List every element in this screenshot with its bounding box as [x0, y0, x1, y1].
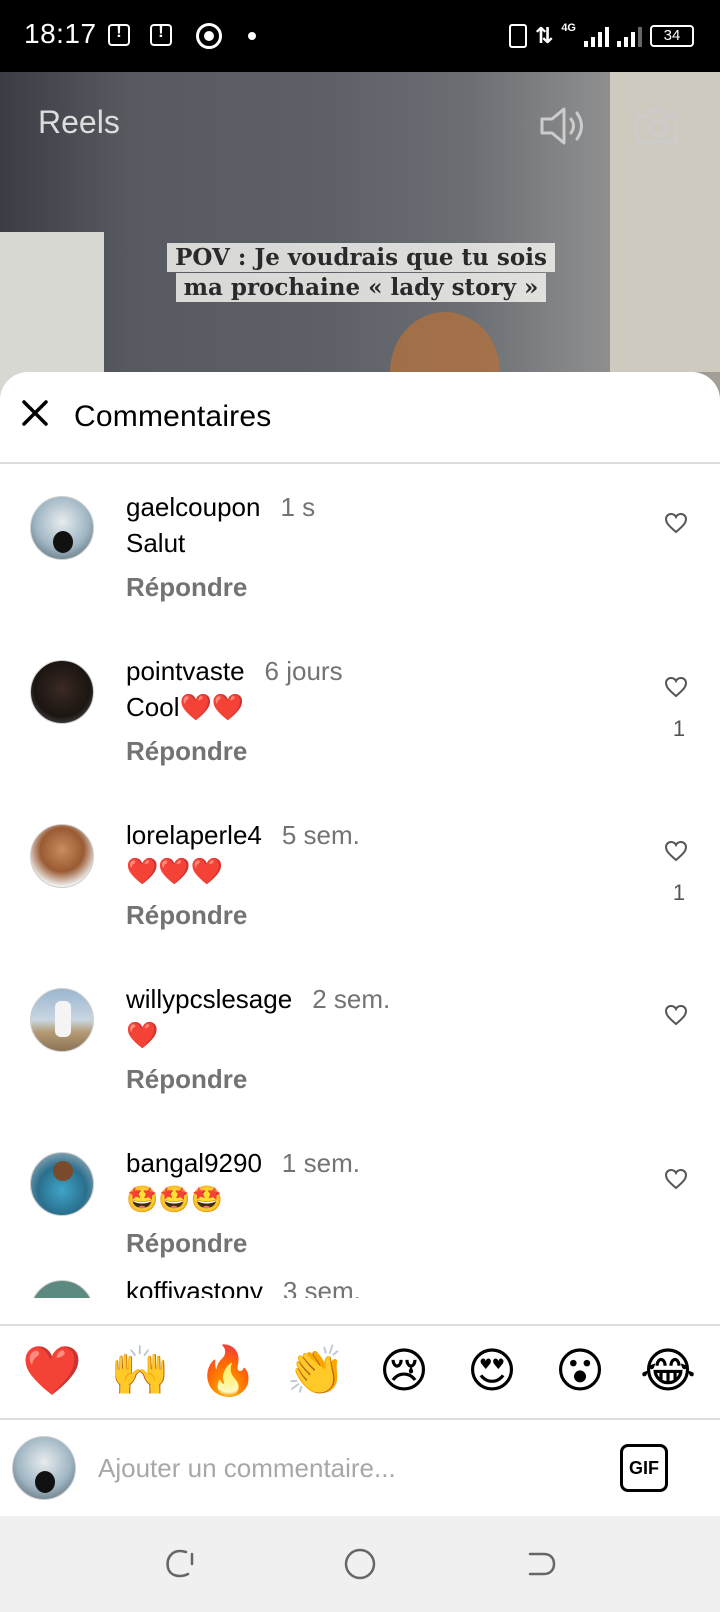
- reply-button[interactable]: Répondre: [126, 572, 247, 603]
- comment-username[interactable]: pointvaste: [126, 656, 245, 686]
- reel-caption: POV : Je voudrais que tu sois ma prochai…: [148, 243, 574, 303]
- comment-time: 6 jours: [264, 656, 343, 686]
- comment-meta: bangal9290 1 sem.: [126, 1148, 360, 1179]
- avatar[interactable]: [30, 824, 94, 888]
- chrome-icon: [196, 23, 222, 49]
- sheet-header: Commentaires: [0, 372, 720, 464]
- emoji-heart[interactable]: ❤️: [16, 1342, 88, 1402]
- reply-button[interactable]: Répondre: [126, 1228, 247, 1259]
- system-navigation-bar: [0, 1516, 720, 1612]
- reply-button[interactable]: Répondre: [126, 900, 247, 931]
- comment-text: Salut: [126, 528, 186, 558]
- home-icon[interactable]: [342, 1546, 378, 1582]
- heart-icon[interactable]: [664, 1168, 688, 1190]
- comment-item: lorelaperle4 5 sem. ❤️❤️❤️ Répondre 1: [0, 794, 720, 954]
- comments-list[interactable]: gaelcoupon 1 s Salut Répondre pointvaste 6…: [0, 466, 720, 1298]
- more-notifications-dot-icon: [248, 32, 256, 40]
- reels-title: Reels: [38, 104, 120, 140]
- avatar: [12, 1436, 76, 1500]
- comment-username[interactable]: koffivastony: [126, 1276, 263, 1298]
- comment-time: 1 s: [280, 492, 316, 522]
- emoji-fire[interactable]: 🔥: [192, 1342, 264, 1402]
- comment-input[interactable]: [98, 1448, 578, 1488]
- comment-username[interactable]: lorelaperle4: [126, 820, 262, 850]
- comment-time: 2 sem.: [312, 984, 391, 1014]
- reply-button[interactable]: Répondre: [126, 736, 247, 767]
- comment-meta: lorelaperle4 5 sem.: [126, 820, 360, 851]
- back-icon[interactable]: [522, 1546, 558, 1582]
- avatar[interactable]: [30, 1280, 94, 1298]
- emoji-raising-hands[interactable]: 🙌: [104, 1342, 176, 1402]
- emoji-clapping[interactable]: 👏: [280, 1342, 352, 1402]
- battery-icon: 34: [650, 25, 694, 47]
- signal-strength-icon: [584, 25, 609, 47]
- comment-text: 🤩🤩🤩: [126, 1184, 224, 1214]
- gif-button[interactable]: GIF: [620, 1444, 668, 1492]
- status-icons: ⇅ 4G 34: [508, 20, 694, 52]
- avatar[interactable]: [30, 496, 94, 560]
- comment-username[interactable]: bangal9290: [126, 1148, 262, 1178]
- comment-item: bangal9290 1 sem. 🤩🤩🤩 Répondre: [0, 1122, 720, 1282]
- comment-time: 1 sem.: [281, 1148, 360, 1178]
- avatar[interactable]: [30, 1152, 94, 1216]
- comment-item: pointvaste 6 jours Cool❤️❤️ Répondre 1: [0, 630, 720, 790]
- speaker-icon[interactable]: [538, 104, 588, 148]
- reply-button[interactable]: Répondre: [126, 1064, 247, 1095]
- comment-item: gaelcoupon 1 s Salut Répondre: [0, 466, 720, 626]
- status-time: 18:17: [24, 18, 97, 49]
- notification-alert-icon: [150, 22, 172, 46]
- notification-alert-icon: [108, 22, 130, 46]
- comment-item: koffivastony 3 sem.: [0, 1276, 720, 1298]
- sheet-title: Commentaires: [74, 400, 272, 433]
- comment-item: willypcslesage 2 sem. ❤️ Répondre: [0, 958, 720, 1118]
- data-transfer-icon: ⇅: [534, 23, 554, 48]
- comment-username[interactable]: willypcslesage: [126, 984, 292, 1014]
- emoji-quick-reactions: ❤️ 🙌 🔥 👏 😢 😍 😮 😂: [0, 1324, 720, 1420]
- comment-text: Cool❤️❤️: [126, 692, 245, 722]
- comment-composer: GIF: [0, 1420, 720, 1516]
- recent-apps-icon[interactable]: [162, 1546, 198, 1582]
- camera-icon[interactable]: [634, 104, 680, 146]
- close-icon[interactable]: [20, 396, 52, 432]
- comment-text: ❤️❤️❤️: [126, 856, 224, 886]
- emoji-heart-eyes[interactable]: 😍: [456, 1342, 528, 1402]
- comment-time: 3 sem.: [282, 1276, 361, 1298]
- vibrate-icon: [508, 24, 527, 48]
- like-count: 1: [672, 716, 686, 741]
- heart-icon[interactable]: [664, 676, 688, 698]
- comment-meta: gaelcoupon 1 s: [126, 492, 315, 523]
- emoji-crying[interactable]: 😢: [368, 1342, 440, 1402]
- comment-meta: pointvaste 6 jours: [126, 656, 343, 687]
- like-count: 1: [672, 880, 686, 905]
- comment-username[interactable]: gaelcoupon: [126, 492, 260, 522]
- emoji-laughing[interactable]: 😂: [632, 1342, 704, 1402]
- emoji-surprised[interactable]: 😮: [544, 1342, 616, 1402]
- heart-icon[interactable]: [664, 512, 688, 534]
- comment-meta: willypcslesage 2 sem.: [126, 984, 390, 1015]
- avatar[interactable]: [30, 988, 94, 1052]
- comment-text: ❤️: [126, 1020, 159, 1050]
- heart-icon[interactable]: [664, 1004, 688, 1026]
- status-bar: 18:17 ⇅ 4G 34: [0, 0, 720, 72]
- comment-meta: koffivastony 3 sem.: [126, 1276, 361, 1298]
- signal-strength-icon-2: [617, 25, 642, 47]
- heart-icon[interactable]: [664, 840, 688, 862]
- avatar[interactable]: [30, 660, 94, 724]
- network-type: 4G: [561, 22, 576, 34]
- comment-time: 5 sem.: [281, 820, 360, 850]
